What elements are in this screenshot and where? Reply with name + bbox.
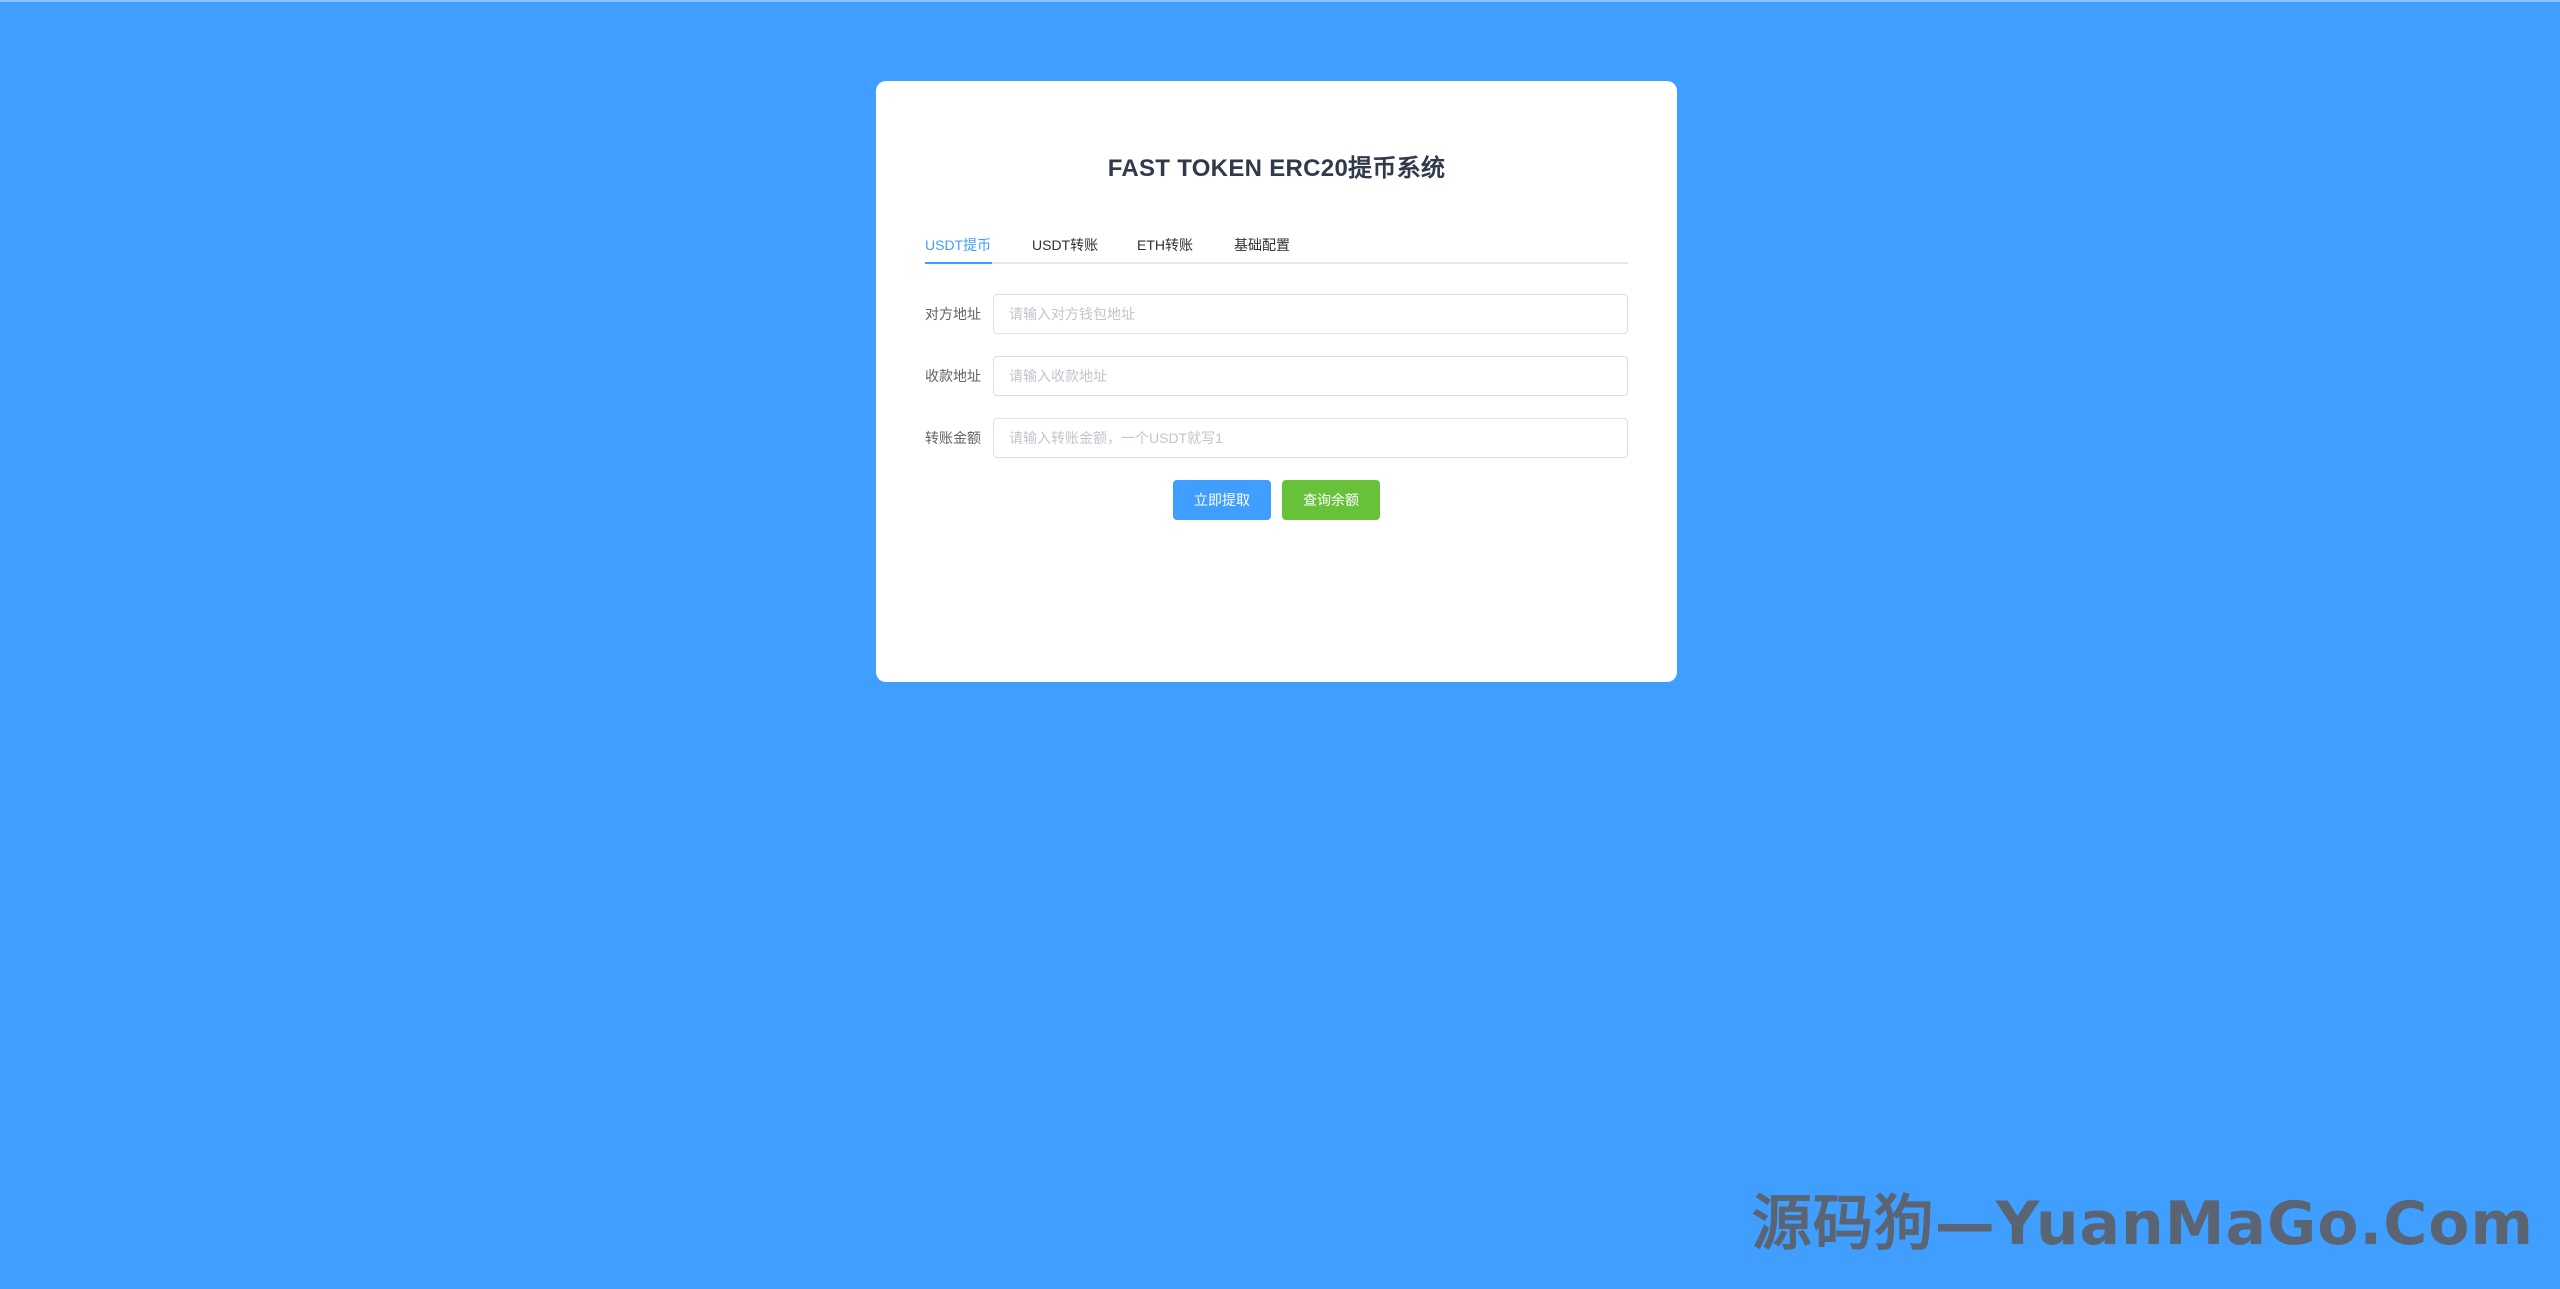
- watermark-text: 源码狗—YuanMaGo.Com: [1751, 1189, 2534, 1259]
- transfer-amount-label: 转账金额: [925, 430, 981, 446]
- tab-bar: USDT提币 USDT转账 ETH转账 基础配置: [925, 228, 1628, 264]
- counterparty-address-label: 对方地址: [925, 306, 981, 322]
- form-row-receiving-address: 收款地址: [925, 356, 1628, 396]
- active-tab-indicator: [925, 262, 992, 264]
- withdraw-button[interactable]: 立即提取: [1173, 480, 1271, 520]
- tab-basic-config[interactable]: 基础配置: [1234, 228, 1290, 262]
- form-row-counterparty-address: 对方地址: [925, 294, 1628, 334]
- receiving-address-label: 收款地址: [925, 368, 981, 384]
- form-row-transfer-amount: 转账金额: [925, 418, 1628, 458]
- tab-usdt-withdraw[interactable]: USDT提币: [925, 228, 991, 262]
- tab-eth-transfer[interactable]: ETH转账: [1137, 228, 1193, 262]
- query-balance-button[interactable]: 查询余额: [1282, 480, 1380, 520]
- transfer-amount-input[interactable]: [993, 418, 1628, 458]
- counterparty-address-input[interactable]: [993, 294, 1628, 334]
- receiving-address-input[interactable]: [993, 356, 1628, 396]
- page-title: FAST TOKEN ERC20提币系统: [1107, 155, 1446, 182]
- withdraw-card: FAST TOKEN ERC20提币系统 USDT提币 USDT转账 ETH转账…: [876, 81, 1677, 682]
- top-border-line: [0, 0, 2560, 2]
- tab-usdt-transfer[interactable]: USDT转账: [1032, 228, 1098, 262]
